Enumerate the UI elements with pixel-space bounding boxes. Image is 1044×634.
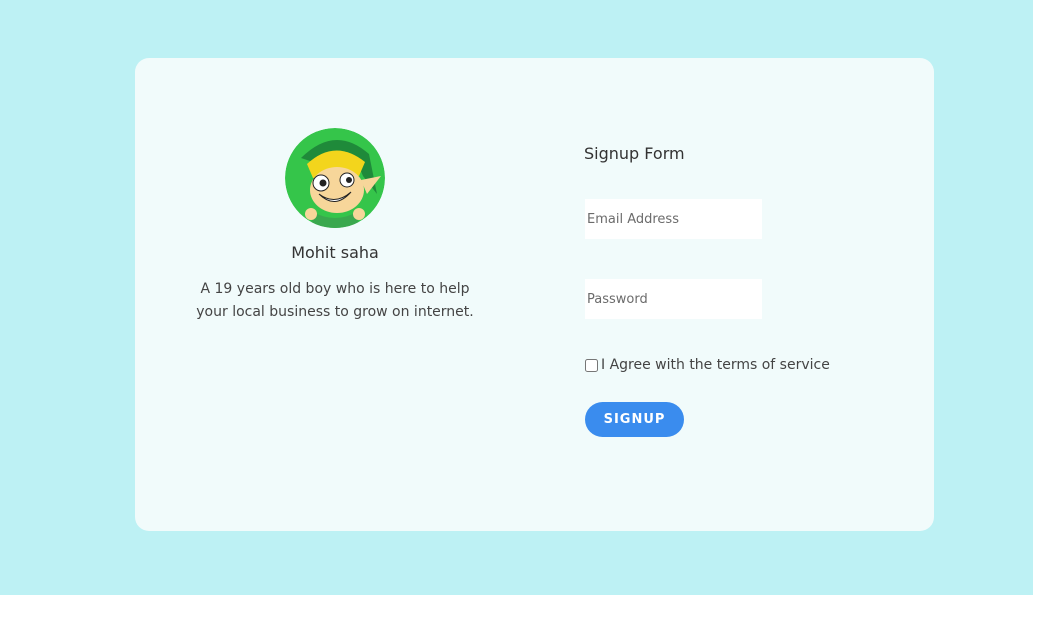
page-background: Mohit saha A 19 years old boy who is her… — [0, 0, 1033, 595]
terms-label: I Agree with the terms of service — [601, 357, 830, 373]
terms-agreement[interactable]: I Agree with the terms of service — [584, 357, 830, 373]
email-input[interactable] — [585, 199, 762, 239]
form-title: Signup Form — [584, 144, 685, 163]
cartoon-avatar-icon — [285, 128, 385, 228]
signup-button[interactable]: SIGNUP — [585, 402, 684, 437]
profile-avatar — [285, 128, 385, 228]
password-input[interactable] — [585, 279, 762, 319]
terms-checkbox[interactable] — [585, 358, 598, 372]
profile-bio: A 19 years old boy who is here to help y… — [196, 281, 474, 320]
signup-card: Mohit saha A 19 years old boy who is her… — [135, 58, 934, 531]
profile-name: Mohit saha — [291, 243, 379, 262]
